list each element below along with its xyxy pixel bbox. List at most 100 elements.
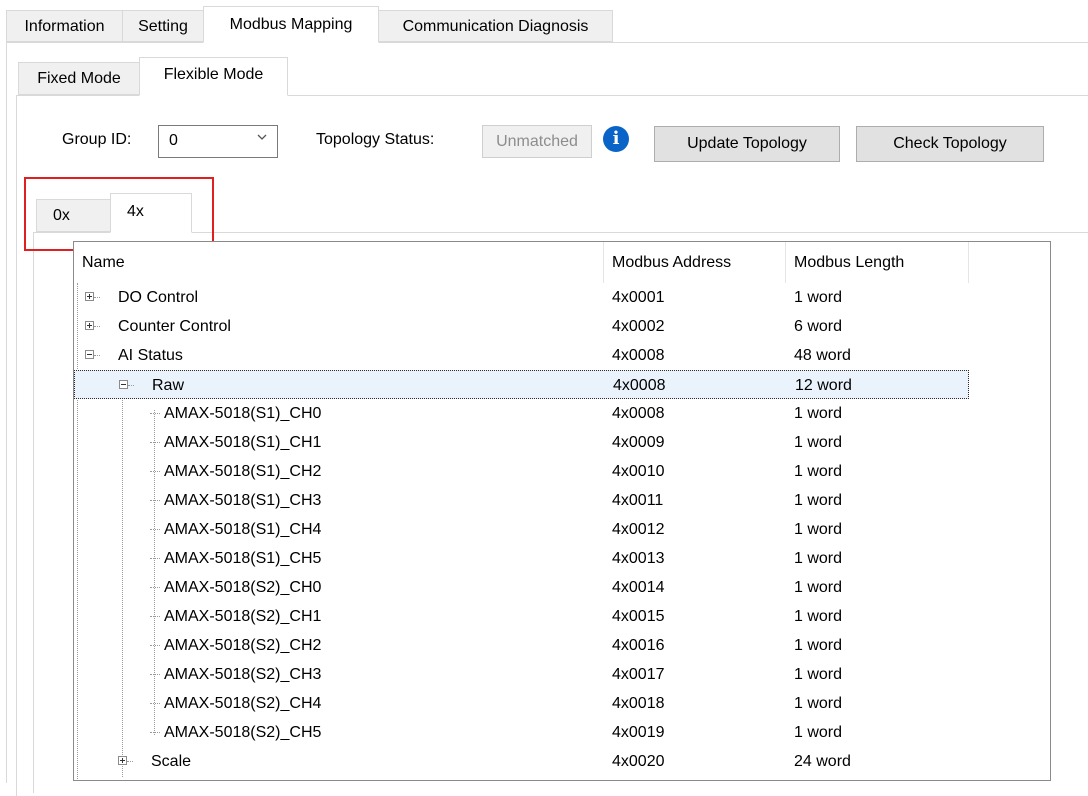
table-row[interactable]: AMAX-5018(S2)_CH3 4x0017 1 word bbox=[74, 660, 969, 689]
update-topology-button[interactable]: Update Topology bbox=[654, 126, 840, 162]
row-address: 4x0015 bbox=[612, 608, 665, 625]
expand-icon[interactable] bbox=[85, 292, 94, 301]
tab-communication-diagnosis[interactable]: Communication Diagnosis bbox=[378, 10, 613, 42]
column-header-address[interactable]: Modbus Address bbox=[604, 242, 786, 283]
tree-connector bbox=[94, 297, 100, 298]
table-row[interactable]: Raw 4x0008 12 word bbox=[74, 370, 969, 399]
tree-connector bbox=[150, 703, 160, 704]
row-name: AMAX-5018(S1)_CH4 bbox=[164, 521, 322, 538]
expand-icon[interactable] bbox=[118, 756, 127, 765]
group-id-label: Group ID: bbox=[62, 131, 132, 148]
row-address: 4x0008 bbox=[613, 377, 666, 394]
table-row[interactable]: AMAX-5018(S1)_CH0 4x0008 1 word bbox=[74, 399, 969, 428]
row-address: 4x0008 bbox=[612, 347, 665, 364]
row-length: 1 word bbox=[794, 695, 843, 712]
row-length: 48 word bbox=[794, 347, 851, 364]
expand-icon[interactable] bbox=[85, 321, 94, 330]
tree-connector bbox=[150, 732, 160, 733]
table-row[interactable]: Counter Control 4x0002 6 word bbox=[74, 312, 969, 341]
row-address: 4x0002 bbox=[612, 318, 665, 335]
row-name: AMAX-5018(S1)_CH5 bbox=[164, 550, 322, 567]
row-address: 4x0018 bbox=[612, 695, 665, 712]
tree-connector bbox=[127, 761, 133, 762]
row-length: 1 word bbox=[794, 579, 843, 596]
row-address: 4x0019 bbox=[612, 724, 665, 741]
row-length: 1 word bbox=[794, 637, 843, 654]
row-length: 1 word bbox=[794, 724, 843, 741]
modbus-tree-list[interactable]: Name Modbus Address Modbus Length DO Con… bbox=[73, 241, 1051, 781]
row-name: AMAX-5018(S1)_CH1 bbox=[164, 434, 322, 451]
tree-connector bbox=[94, 355, 100, 356]
check-topology-button[interactable]: Check Topology bbox=[856, 126, 1044, 162]
row-length: 1 word bbox=[794, 608, 843, 625]
row-name: AMAX-5018(S2)_CH2 bbox=[164, 637, 322, 654]
row-length: 1 word bbox=[794, 289, 843, 306]
chevron-down-icon bbox=[257, 134, 267, 140]
table-row[interactable]: AMAX-5018(S2)_CH5 4x0019 1 word bbox=[74, 718, 969, 747]
table-row[interactable]: AMAX-5018(S1)_CH5 4x0013 1 word bbox=[74, 544, 969, 573]
collapse-icon[interactable] bbox=[119, 380, 128, 389]
table-row[interactable]: AMAX-5018(S1)_CH1 4x0009 1 word bbox=[74, 428, 969, 457]
row-name: AMAX-5018(S2)_CH0 bbox=[164, 579, 322, 596]
row-length: 24 word bbox=[794, 753, 851, 770]
tab-4x[interactable]: 4x bbox=[110, 193, 192, 233]
row-address: 4x0020 bbox=[612, 753, 665, 770]
tree-connector bbox=[94, 326, 100, 327]
row-address: 4x0009 bbox=[612, 434, 665, 451]
tree-connector bbox=[150, 529, 160, 530]
topology-status-field: Unmatched bbox=[482, 125, 592, 158]
info-icon[interactable]: i bbox=[603, 126, 629, 152]
row-name: Scale bbox=[151, 753, 192, 770]
row-address: 4x0001 bbox=[612, 289, 665, 306]
row-address: 4x0013 bbox=[612, 550, 665, 567]
table-row[interactable]: DO Control 4x0001 1 word bbox=[74, 283, 969, 312]
tree-connector bbox=[150, 616, 160, 617]
table-row[interactable]: AMAX-5018(S1)_CH2 4x0010 1 word bbox=[74, 457, 969, 486]
row-length: 1 word bbox=[794, 434, 843, 451]
tree-connector bbox=[128, 385, 134, 386]
tree-connector bbox=[150, 645, 160, 646]
table-row[interactable]: AMAX-5018(S2)_CH2 4x0016 1 word bbox=[74, 631, 969, 660]
row-length: 1 word bbox=[794, 521, 843, 538]
group-id-value: 0 bbox=[169, 132, 178, 149]
tab-setting[interactable]: Setting bbox=[122, 10, 204, 42]
row-name: AMAX-5018(S2)_CH3 bbox=[164, 666, 322, 683]
row-name: AMAX-5018(S1)_CH2 bbox=[164, 463, 322, 480]
group-id-select[interactable]: 0 bbox=[158, 125, 278, 158]
row-name: AMAX-5018(S2)_CH1 bbox=[164, 608, 322, 625]
row-name: Raw bbox=[152, 377, 185, 394]
row-address: 4x0012 bbox=[612, 521, 665, 538]
tab-fixed-mode[interactable]: Fixed Mode bbox=[18, 62, 140, 95]
table-row[interactable]: AMAX-5018(S2)_CH1 4x0015 1 word bbox=[74, 602, 969, 631]
row-name: Counter Control bbox=[118, 318, 231, 335]
row-address: 4x0014 bbox=[612, 579, 665, 596]
row-length: 1 word bbox=[794, 492, 843, 509]
row-name: AMAX-5018(S1)_CH3 bbox=[164, 492, 322, 509]
table-row[interactable]: AMAX-5018(S2)_CH4 4x0018 1 word bbox=[74, 689, 969, 718]
collapse-icon[interactable] bbox=[85, 350, 94, 359]
tab-0x[interactable]: 0x bbox=[36, 199, 112, 232]
row-length: 12 word bbox=[795, 377, 852, 394]
table-row[interactable]: AI Status 4x0008 48 word bbox=[74, 341, 969, 370]
tree-connector bbox=[150, 500, 160, 501]
table-row[interactable]: Scale 4x0020 24 word bbox=[74, 747, 969, 776]
table-row[interactable]: AMAX-5018(S1)_CH3 4x0011 1 word bbox=[74, 486, 969, 515]
tree-connector bbox=[150, 471, 160, 472]
row-name: AMAX-5018(S1)_CH0 bbox=[164, 405, 322, 422]
table-row[interactable]: AMAX-5018(S2)_CH0 4x0014 1 word bbox=[74, 573, 969, 602]
row-length: 1 word bbox=[794, 405, 843, 422]
topology-status-label: Topology Status: bbox=[316, 131, 435, 148]
row-address: 4x0017 bbox=[612, 666, 665, 683]
column-header-name[interactable]: Name bbox=[74, 242, 604, 283]
tab-flexible-mode[interactable]: Flexible Mode bbox=[139, 57, 288, 96]
table-row[interactable]: AMAX-5018(S1)_CH4 4x0012 1 word bbox=[74, 515, 969, 544]
row-address: 4x0010 bbox=[612, 463, 665, 480]
column-header-length[interactable]: Modbus Length bbox=[786, 242, 969, 283]
tree-connector bbox=[150, 674, 160, 675]
tree-connector bbox=[150, 587, 160, 588]
tab-information[interactable]: Information bbox=[6, 10, 123, 42]
row-length: 1 word bbox=[794, 666, 843, 683]
row-length: 1 word bbox=[794, 463, 843, 480]
tree-connector bbox=[150, 442, 160, 443]
tab-modbus-mapping[interactable]: Modbus Mapping bbox=[203, 6, 379, 43]
